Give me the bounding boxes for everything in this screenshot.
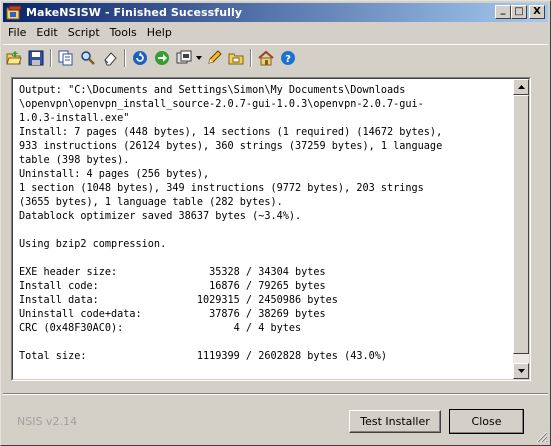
toolbar-separator (250, 48, 252, 67)
nsis-home-button[interactable] (255, 47, 277, 69)
edit-script-button[interactable] (203, 47, 225, 69)
vertical-scrollbar[interactable] (513, 79, 529, 379)
log-line: Output: "C:\Documents and Settings\Simon… (19, 85, 406, 96)
makensisw-window: MakeNSISW - Finished Sucessfully _ □ X F… (0, 0, 551, 446)
close-button[interactable]: Close (449, 409, 524, 434)
open-script-icon (6, 50, 22, 64)
log-line: Uninstall: 4 pages (256 bytes), (19, 169, 210, 180)
log-line: Using bzip2 compression. (19, 239, 167, 250)
menu-bar: File Edit Script Tools Help (3, 23, 177, 42)
nsis-home-icon (258, 50, 274, 65)
title-bar[interactable]: MakeNSISW - Finished Sucessfully _ □ X (3, 3, 548, 22)
resize-grip-icon[interactable] (536, 431, 548, 443)
scroll-thumb[interactable] (513, 95, 529, 354)
save-icon (28, 50, 44, 65)
menu-help[interactable]: Help (142, 24, 177, 41)
log-line: table (398 bytes). (19, 155, 130, 166)
save-button[interactable] (25, 47, 47, 69)
arrow-down-icon (517, 369, 525, 373)
log-line: \openvpn\openvpn_install_source-2.0.7-gu… (19, 99, 424, 110)
scroll-up-button[interactable] (513, 79, 529, 95)
test-installer-button[interactable]: Test Installer (349, 410, 441, 433)
log-line: 1 section (1048 bytes), 349 instructions… (19, 183, 424, 194)
log-line: Datablock optimizer saved 38637 bytes (~… (19, 211, 302, 222)
log-line: Install data: 1029315 / 2450986 bytes (19, 295, 338, 306)
arrow-up-icon (517, 85, 525, 89)
log-line: Uninstall code+data: 37876 / 38269 bytes (19, 309, 326, 320)
compressor-dropdown[interactable] (195, 47, 203, 69)
minimize-button[interactable]: _ (495, 5, 511, 19)
menu-script[interactable]: Script (63, 24, 105, 41)
log-line: EXE header size: 35328 / 34304 bytes (19, 267, 326, 278)
recompile-icon (133, 50, 147, 65)
menu-tools[interactable]: Tools (105, 24, 142, 41)
open-script-button[interactable] (3, 47, 25, 69)
test-installer-label: Test Installer (360, 415, 430, 428)
close-label: Close (471, 415, 502, 428)
close-icon: X (533, 6, 541, 17)
log-line: 933 instructions (26124 bytes), 360 stri… (19, 141, 443, 152)
browse-script-icon (228, 53, 244, 64)
compressor-dropdown-icon (196, 55, 202, 60)
edit-script-icon (208, 49, 222, 64)
test-installer-icon (155, 50, 169, 65)
find-button[interactable] (77, 47, 99, 69)
log-line: CRC (0x48F30AC0): 4 / 4 bytes (19, 323, 302, 334)
log-output-text: Output: "C:\Documents and Settings\Simon… (19, 84, 509, 364)
test-installer-toolbar-button[interactable] (151, 47, 173, 69)
footer-divider (3, 393, 548, 395)
log-output-box[interactable]: Output: "C:\Documents and Settings\Simon… (11, 77, 531, 381)
help-button[interactable]: ? (277, 47, 299, 69)
close-window-button[interactable]: X (529, 5, 545, 19)
compressor-button[interactable] (173, 47, 195, 69)
log-line: 1.0.3-install.exe" (19, 113, 130, 124)
toolbar-separator (50, 48, 52, 67)
log-line: (3655 bytes), 1 language table (282 byte… (19, 197, 283, 208)
scroll-down-button[interactable] (513, 363, 529, 379)
toolbar-separator (124, 48, 126, 67)
log-line: Total size: 1119399 / 2602828 bytes (43.… (19, 351, 388, 362)
help-icon: ? (281, 50, 295, 65)
maximize-button[interactable]: □ (511, 5, 527, 19)
copy-button[interactable] (55, 47, 77, 69)
toolbar: ? (3, 44, 548, 70)
version-label: NSIS v2.14 (17, 415, 77, 428)
log-line: Install code: 16876 / 79265 bytes (19, 281, 326, 292)
menu-file[interactable]: File (3, 24, 31, 41)
menu-edit[interactable]: Edit (31, 24, 62, 41)
copy-icon (58, 50, 73, 65)
window-title: MakeNSISW - Finished Sucessfully (26, 6, 243, 19)
log-line: Install: 7 pages (448 bytes), 14 section… (19, 127, 443, 138)
recompile-button[interactable] (129, 47, 151, 69)
clear-log-icon (104, 51, 117, 65)
browse-script-button[interactable] (225, 47, 247, 69)
clear-log-button[interactable] (99, 47, 121, 69)
nsis-app-icon (6, 5, 22, 19)
svg-text:?: ? (285, 54, 291, 65)
maximize-icon: □ (514, 6, 524, 17)
find-icon (81, 50, 95, 65)
compressor-icon (176, 50, 192, 63)
minimize-icon: _ (500, 4, 506, 15)
